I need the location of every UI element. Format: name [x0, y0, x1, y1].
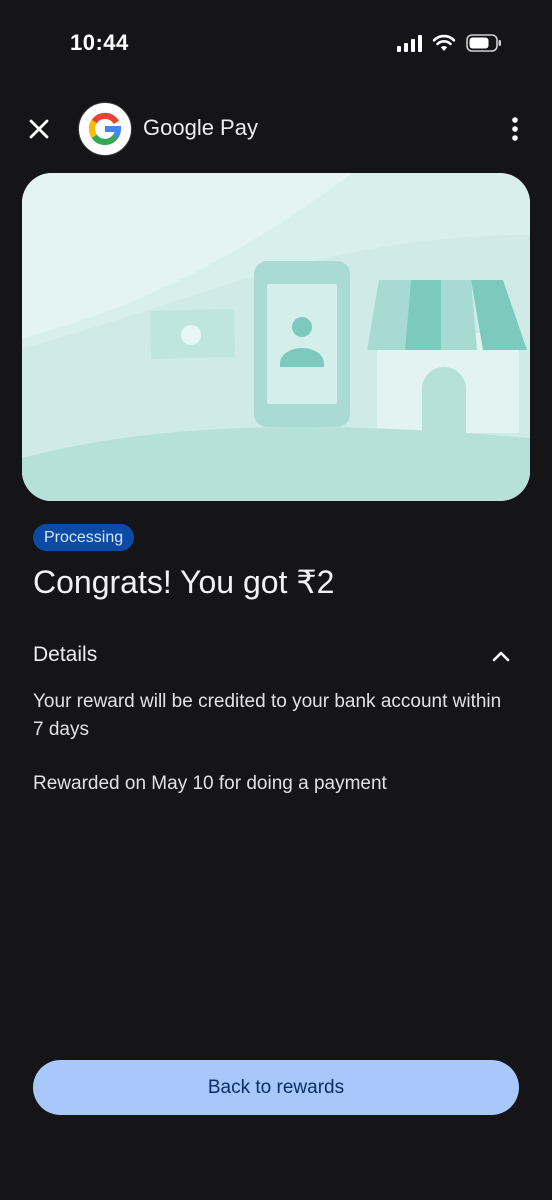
status-icons [397, 34, 502, 52]
battery-icon [466, 34, 501, 52]
status-badge: Processing [33, 524, 135, 551]
details-toggle[interactable]: Details [33, 638, 519, 674]
close-icon[interactable] [22, 112, 56, 146]
app-name: Google Pay [143, 115, 258, 140]
reward-illustration [22, 173, 530, 501]
status-bar: 10:44 [0, 0, 552, 90]
back-to-rewards-button[interactable]: Back to rewards [33, 1060, 519, 1115]
reward-headline: Congrats! You got ₹2 [33, 564, 335, 600]
wifi-icon [432, 34, 456, 51]
rewarded-on-text: Rewarded on May 10 for doing a payment [33, 773, 387, 794]
app-header: Google Pay [0, 100, 552, 160]
details-description: Your reward will be credited to your ban… [33, 691, 502, 740]
google-logo-icon [78, 102, 132, 156]
more-vertical-icon[interactable] [498, 112, 532, 146]
signal-icon [397, 34, 422, 52]
chevron-up-icon[interactable] [489, 644, 513, 668]
details-label: Details [33, 643, 98, 666]
status-time: 10:44 [70, 30, 129, 55]
